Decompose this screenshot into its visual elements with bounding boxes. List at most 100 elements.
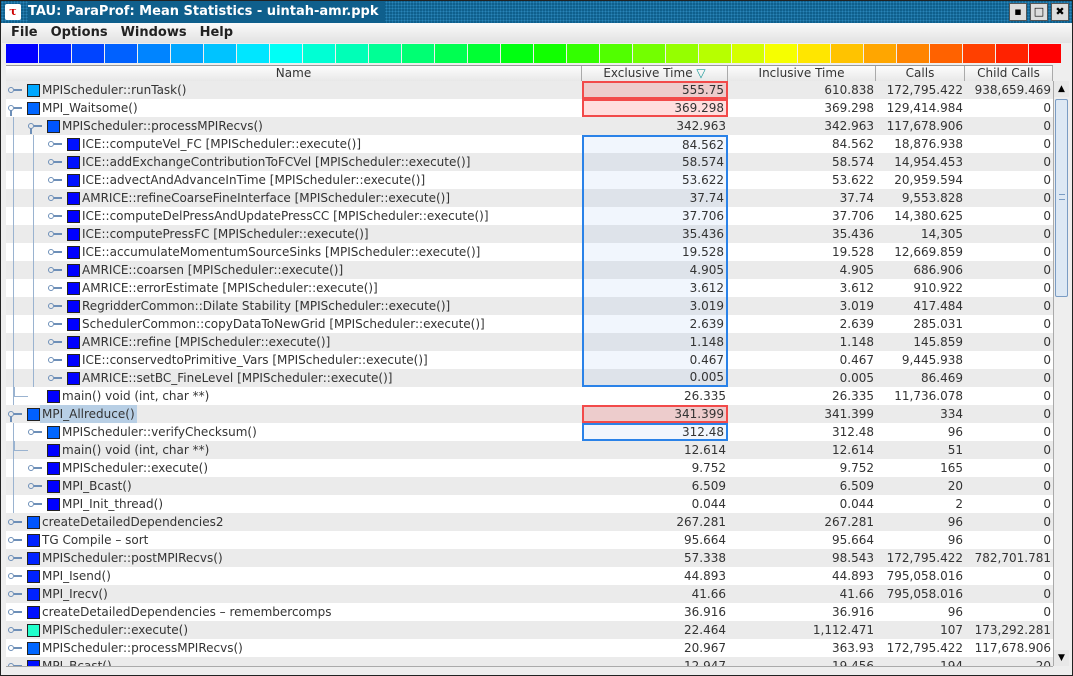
tree-collapsed-handle-icon[interactable]: [48, 194, 62, 202]
function-name[interactable]: ICE::computeVel_FC [MPIScheduler::execut…: [80, 135, 363, 153]
tree-collapsed-handle-icon[interactable]: [8, 608, 22, 616]
tree-collapsed-handle-icon[interactable]: [8, 644, 22, 652]
horizontal-scrollbar[interactable]: [6, 666, 1053, 674]
table-row[interactable]: MPIScheduler::postMPIRecvs() 57.338 98.543…: [6, 549, 1053, 567]
table-row[interactable]: MPIScheduler::processMPIRecvs() 20.967 363…: [6, 639, 1053, 657]
function-name[interactable]: ICE::accumulateMomentumSourceSinks [MPIS…: [80, 243, 482, 261]
function-name[interactable]: MPI_Allreduce(): [40, 405, 137, 423]
function-name[interactable]: RegridderCommon::Dilate Stability [MPISc…: [80, 297, 452, 315]
table-row[interactable]: AMRICE::refine [MPIScheduler::execute()]…: [6, 333, 1053, 351]
tree-collapsed-handle-icon[interactable]: [48, 356, 62, 364]
scroll-up-button[interactable]: ▲: [1054, 81, 1069, 97]
table-row[interactable]: MPI_Waitsome() 369.298 369.298 129,414.984 0: [6, 99, 1053, 117]
table-row[interactable]: SchedulerCommon::copyDataToNewGrid [MPIS…: [6, 315, 1053, 333]
column-header-child-calls[interactable]: Child Calls: [965, 66, 1053, 82]
table-row[interactable]: createDetailedDependencies2 267.281 267.28…: [6, 513, 1053, 531]
table-row[interactable]: TG Compile – sort 95.664 95.664 96 0: [6, 531, 1053, 549]
table-row[interactable]: MPI_Bcast() 12.947 19.456 194 20: [6, 657, 1053, 666]
table-row[interactable]: MPIScheduler::execute() 22.464 1,112.471 10…: [6, 621, 1053, 639]
tree-collapsed-handle-icon[interactable]: [48, 266, 62, 274]
table-row[interactable]: ICE::addExchangeContributionToFCVel [MPI…: [6, 153, 1053, 171]
tree-collapsed-handle-icon[interactable]: [8, 536, 22, 544]
tree-expanded-handle-icon[interactable]: [28, 122, 42, 134]
function-name[interactable]: MPI_Bcast(): [40, 657, 114, 666]
function-name[interactable]: AMRICE::coarsen [MPIScheduler::execute()…: [80, 261, 345, 279]
function-name[interactable]: MPI_Irecv(): [40, 585, 110, 603]
tree-collapsed-handle-icon[interactable]: [8, 572, 22, 580]
table-row[interactable]: MPIScheduler::runTask() 555.75 610.838 172,…: [6, 81, 1053, 99]
column-header-exclusive-time[interactable]: Exclusive Time ▽: [582, 66, 728, 82]
function-name[interactable]: MPIScheduler::runTask(): [40, 81, 189, 99]
close-button[interactable]: ✖: [1051, 3, 1069, 21]
tree-collapsed-handle-icon[interactable]: [48, 284, 62, 292]
tree-collapsed-handle-icon[interactable]: [8, 554, 22, 562]
function-name[interactable]: ICE::advectAndAdvanceInTime [MPISchedule…: [80, 171, 427, 189]
tree-collapsed-handle-icon[interactable]: [28, 464, 42, 472]
menu-options[interactable]: Options: [46, 23, 116, 43]
table-row[interactable]: ICE::computeVel_FC [MPIScheduler::execut…: [6, 135, 1053, 153]
function-name[interactable]: MPI_Init_thread(): [60, 495, 165, 513]
title-bar[interactable]: τ TAU: ParaProf: Mean Statistics - uinta…: [1, 1, 1072, 23]
function-name[interactable]: AMRICE::errorEstimate [MPIScheduler::exe…: [80, 279, 380, 297]
function-name[interactable]: MPI_Isend(): [40, 567, 113, 585]
function-name[interactable]: createDetailedDependencies2: [40, 513, 225, 531]
table-row[interactable]: MPI_Allreduce() 341.399 341.399 334 0: [6, 405, 1053, 423]
tree-expanded-handle-icon[interactable]: [8, 410, 22, 422]
table-row[interactable]: MPIScheduler::verifyChecksum() 312.48 312.…: [6, 423, 1053, 441]
function-name[interactable]: MPIScheduler::processMPIRecvs(): [40, 639, 245, 657]
tree-collapsed-handle-icon[interactable]: [8, 86, 22, 94]
table-row[interactable]: ICE::advectAndAdvanceInTime [MPISchedule…: [6, 171, 1053, 189]
tree-collapsed-handle-icon[interactable]: [48, 320, 62, 328]
tree-collapsed-handle-icon[interactable]: [48, 176, 62, 184]
tree-collapsed-handle-icon[interactable]: [8, 518, 22, 526]
table-row[interactable]: MPI_Bcast() 6.509 6.509 20 0: [6, 477, 1053, 495]
tree-collapsed-handle-icon[interactable]: [48, 248, 62, 256]
function-name[interactable]: MPIScheduler::verifyChecksum(): [60, 423, 259, 441]
table-row[interactable]: ICE::conservedtoPrimitive_Vars [MPISched…: [6, 351, 1053, 369]
function-name[interactable]: ICE::conservedtoPrimitive_Vars [MPISched…: [80, 351, 430, 369]
function-name[interactable]: main() void (int, char **): [60, 441, 211, 459]
menu-file[interactable]: File: [6, 23, 46, 43]
function-name[interactable]: ICE::addExchangeContributionToFCVel [MPI…: [80, 153, 472, 171]
function-name[interactable]: MPIScheduler::execute(): [60, 459, 210, 477]
tree-collapsed-handle-icon[interactable]: [8, 626, 22, 634]
tree-collapsed-handle-icon[interactable]: [48, 140, 62, 148]
tree-collapsed-handle-icon[interactable]: [48, 158, 62, 166]
function-name[interactable]: TG Compile – sort: [40, 531, 150, 549]
table-row[interactable]: AMRICE::errorEstimate [MPIScheduler::exe…: [6, 279, 1053, 297]
scroll-down-button[interactable]: ▼: [1054, 650, 1069, 666]
function-name[interactable]: ICE::computeDelPressAndUpdatePressCC [MP…: [80, 207, 491, 225]
function-name[interactable]: createDetailedDependencies – remembercom…: [40, 603, 333, 621]
function-name[interactable]: AMRICE::refineCoarseFineInterface [MPISc…: [80, 189, 452, 207]
function-name[interactable]: SchedulerCommon::copyDataToNewGrid [MPIS…: [80, 315, 487, 333]
table-row[interactable]: RegridderCommon::Dilate Stability [MPISc…: [6, 297, 1053, 315]
table-row[interactable]: AMRICE::refineCoarseFineInterface [MPISc…: [6, 189, 1053, 207]
column-header-inclusive-time[interactable]: Inclusive Time: [728, 66, 876, 82]
function-name[interactable]: MPI_Bcast(): [60, 477, 134, 495]
tree-collapsed-handle-icon[interactable]: [48, 374, 62, 382]
table-row[interactable]: main() void (int, char **) 12.614 12.614 51…: [6, 441, 1053, 459]
function-name[interactable]: main() void (int, char **): [60, 387, 211, 405]
table-row[interactable]: MPIScheduler::execute() 9.752 9.752 165 0: [6, 459, 1053, 477]
table-row[interactable]: ICE::computeDelPressAndUpdatePressCC [MP…: [6, 207, 1053, 225]
function-name[interactable]: MPIScheduler::postMPIRecvs(): [40, 549, 225, 567]
menu-windows[interactable]: Windows: [116, 23, 195, 43]
function-name[interactable]: MPIScheduler::execute(): [40, 621, 190, 639]
table-row[interactable]: ICE::computePressFC [MPIScheduler::execu…: [6, 225, 1053, 243]
vertical-scrollbar[interactable]: ▲ ▼: [1053, 81, 1069, 666]
function-name[interactable]: MPI_Waitsome(): [40, 99, 140, 117]
maximize-button[interactable]: □: [1030, 3, 1048, 21]
tree-collapsed-handle-icon[interactable]: [48, 212, 62, 220]
column-header-calls[interactable]: Calls: [876, 66, 965, 82]
function-name[interactable]: MPIScheduler::processMPIRecvs(): [60, 117, 265, 135]
tree-collapsed-handle-icon[interactable]: [28, 500, 42, 508]
tree-expanded-handle-icon[interactable]: [8, 104, 22, 116]
table-row[interactable]: MPI_Irecv() 41.66 41.66 795,058.016 0: [6, 585, 1053, 603]
function-name[interactable]: AMRICE::setBC_FineLevel [MPIScheduler::e…: [80, 369, 394, 387]
tree-collapsed-handle-icon[interactable]: [28, 482, 42, 490]
minimize-button[interactable]: ▪: [1009, 3, 1027, 21]
function-name[interactable]: AMRICE::refine [MPIScheduler::execute()]: [80, 333, 332, 351]
table-row[interactable]: AMRICE::setBC_FineLevel [MPIScheduler::e…: [6, 369, 1053, 387]
table-row[interactable]: createDetailedDependencies – remembercom…: [6, 603, 1053, 621]
column-header-name[interactable]: Name: [6, 66, 582, 82]
